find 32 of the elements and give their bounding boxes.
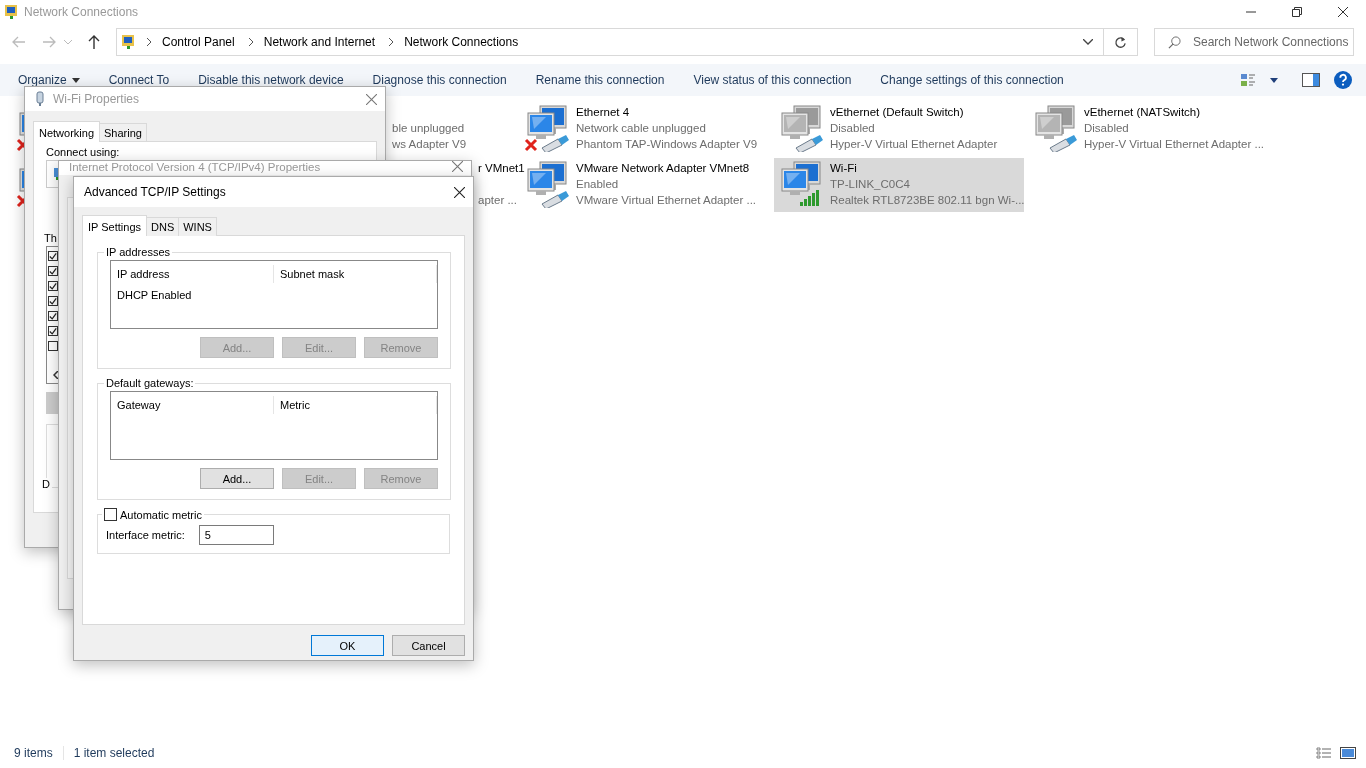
connection-name: Wi-Fi bbox=[830, 161, 858, 176]
connection-status: Enabled bbox=[576, 177, 620, 192]
group-label: D bbox=[40, 478, 52, 490]
selection-count: 1 item selected bbox=[73, 746, 155, 760]
adapter-name: apter ... bbox=[478, 193, 518, 208]
window-title: Network Connections bbox=[24, 5, 139, 19]
dialog-title: Advanced TCP/IP Settings bbox=[84, 185, 226, 199]
connection-name: Ethernet 4 bbox=[576, 105, 631, 120]
item-count: 9 items bbox=[14, 746, 53, 760]
adapter-name: Realtek RTL8723BE 802.11 bgn Wi-... bbox=[830, 193, 1025, 208]
connection-name: VMware Network Adapter VMnet8 bbox=[576, 161, 751, 176]
group-label: IP addresses bbox=[105, 246, 171, 258]
connection-status: ble unplugged bbox=[392, 121, 466, 136]
connection-name: vEthernet (Default Switch) bbox=[830, 105, 965, 120]
checkbox-label: Automatic metric bbox=[120, 508, 202, 521]
dialog-title: Internet Protocol Version 4 (TCP/IPv4) Properties bbox=[69, 161, 321, 174]
connection-status: Disabled bbox=[1084, 121, 1130, 136]
list-label: Th bbox=[44, 232, 58, 244]
adapter-name: Phantom TAP-Windows Adapter V9 bbox=[576, 137, 758, 152]
adapter-name: ws Adapter V9 bbox=[392, 137, 467, 152]
connection-status: Disabled bbox=[830, 121, 876, 136]
connection-status: Network cable unplugged bbox=[576, 121, 707, 136]
field-label: Interface metric: bbox=[106, 529, 185, 541]
dialog-title: Wi-Fi Properties bbox=[53, 92, 139, 106]
connection-name: vEthernet (NATSwitch) bbox=[1084, 105, 1202, 120]
connection-name: r VMnet1 bbox=[478, 161, 525, 176]
adapter-name: Hyper-V Virtual Ethernet Adapter ... bbox=[1084, 137, 1265, 152]
group-label: Default gateways: bbox=[105, 377, 195, 389]
connection-status: TP-LINK_C0C4 bbox=[830, 177, 911, 192]
field-label: Connect using: bbox=[46, 146, 121, 158]
adapter-name: VMware Virtual Ethernet Adapter ... bbox=[576, 193, 757, 208]
adapter-name: Hyper-V Virtual Ethernet Adapter bbox=[830, 137, 998, 152]
